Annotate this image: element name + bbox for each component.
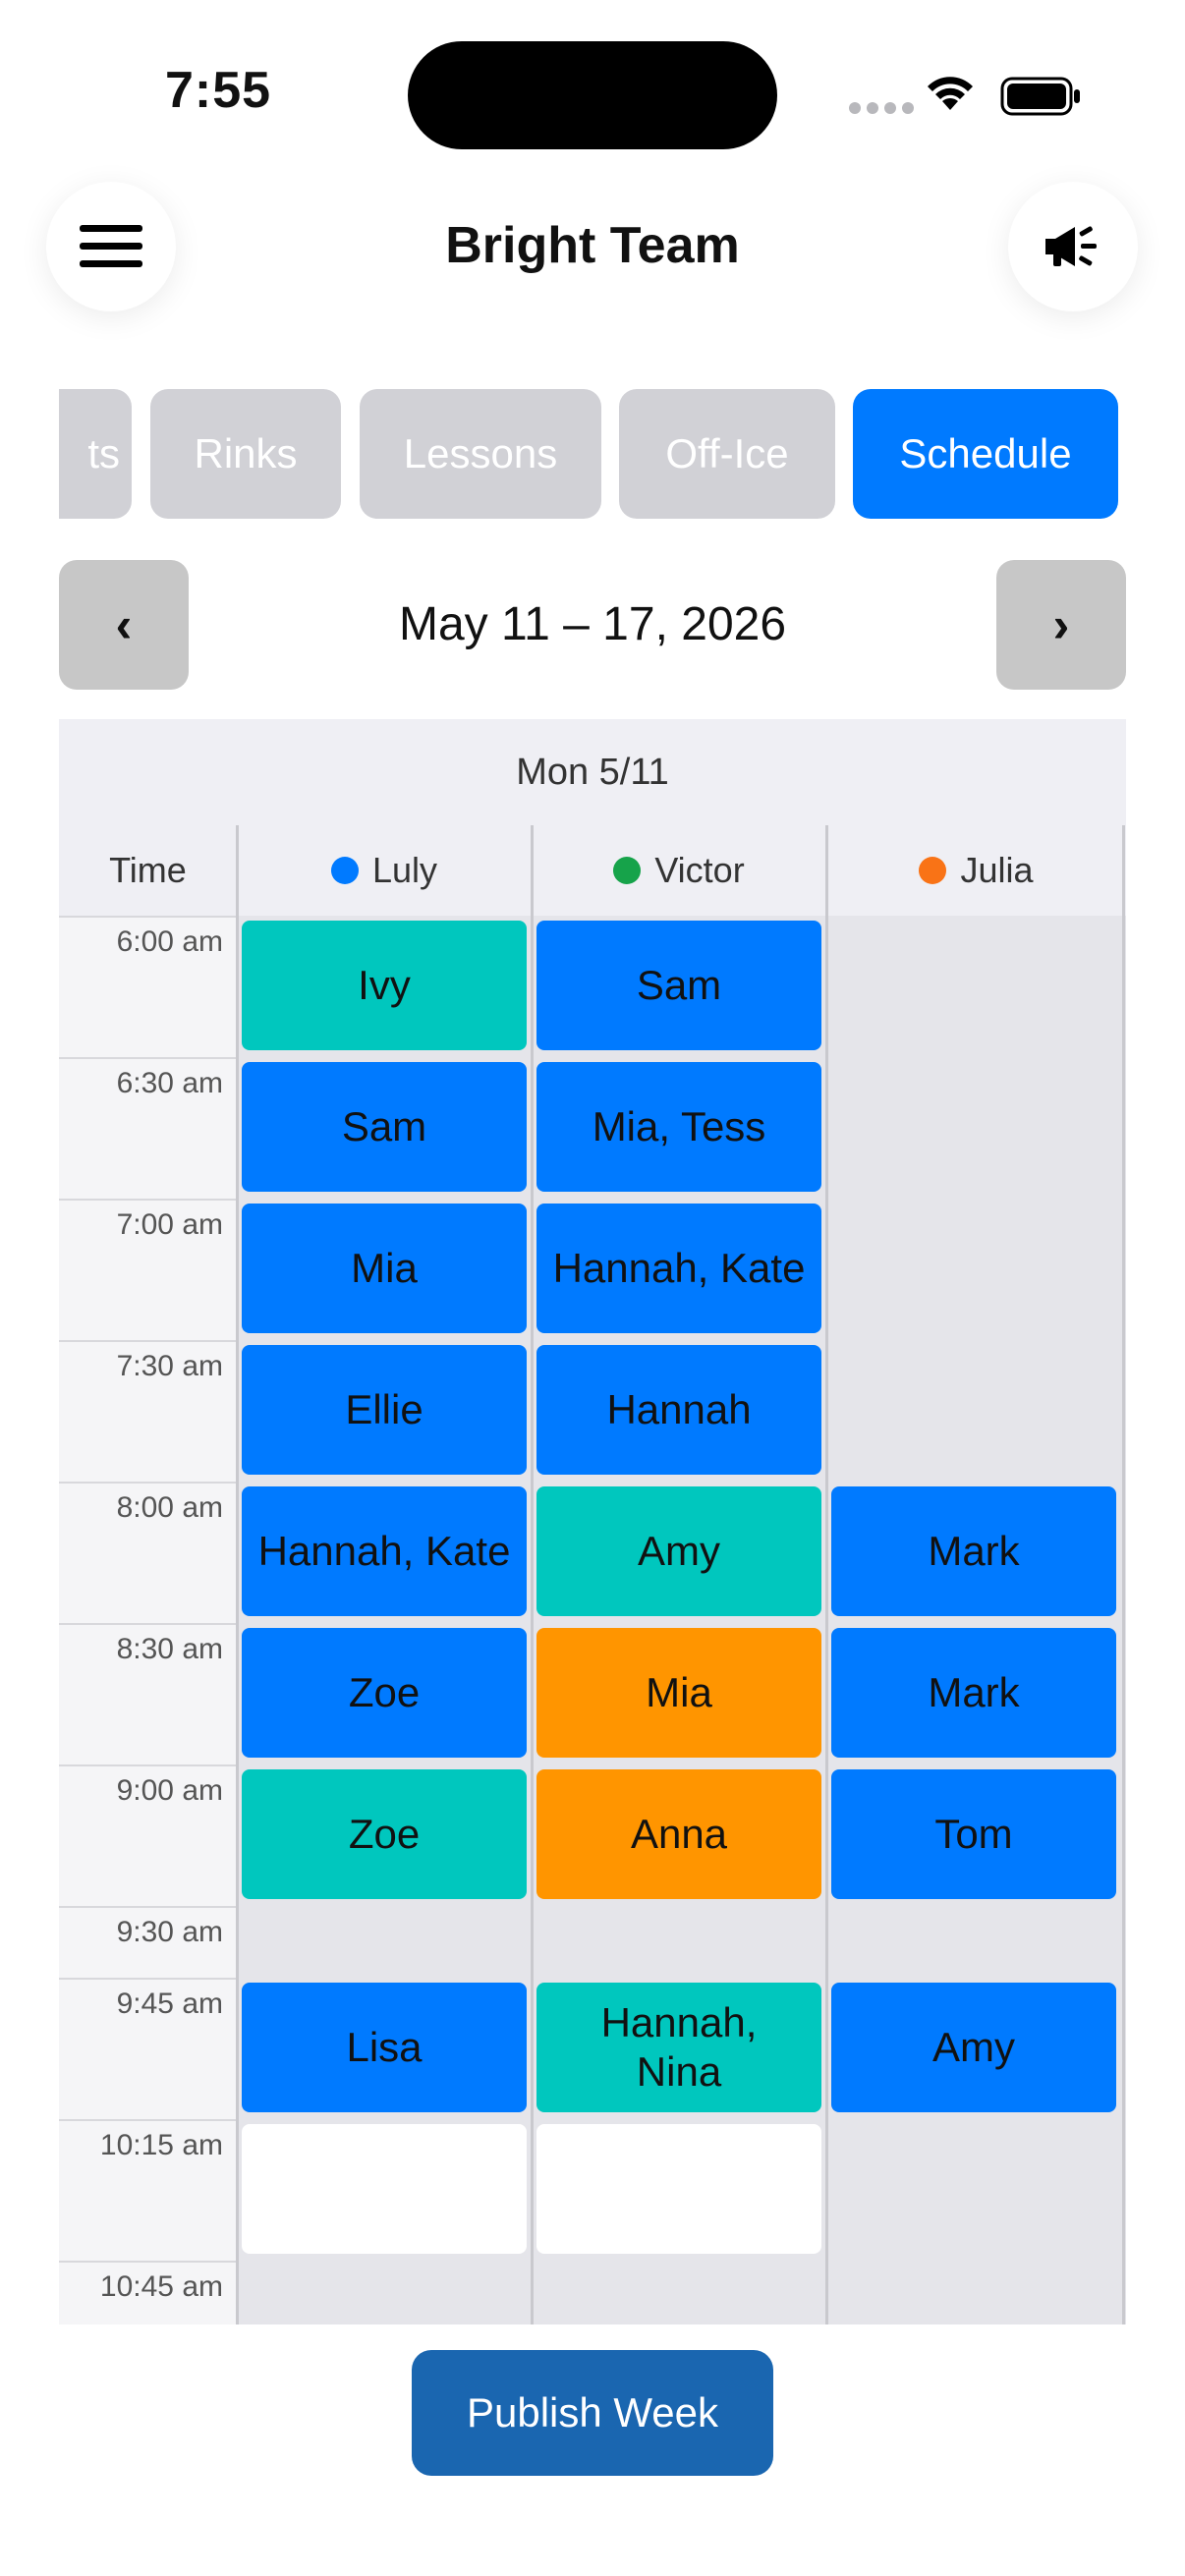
time-slot-label: 9:45 am: [59, 1978, 237, 2119]
time-slot-label: 10:15 am: [59, 2119, 237, 2261]
time-column-header: Time: [59, 825, 237, 916]
coach-color-dot: [330, 857, 359, 884]
lesson-block[interactable]: Zoe: [242, 1628, 527, 1758]
time-slot-label: 6:00 am: [59, 916, 237, 1057]
time-slot-label: 8:30 am: [59, 1623, 237, 1764]
tab-partial[interactable]: ts: [59, 389, 132, 519]
lesson-block[interactable]: Anna: [536, 1769, 821, 1899]
time-slot-label: 9:30 am: [59, 1906, 237, 1978]
tab-schedule[interactable]: Schedule: [853, 389, 1118, 519]
coach-color-dot: [919, 857, 947, 884]
next-week-button[interactable]: ›: [996, 560, 1126, 690]
lesson-block[interactable]: Zoe: [242, 1769, 527, 1899]
lesson-block[interactable]: Hannah, Kate: [242, 1486, 527, 1616]
column-divider: [531, 825, 534, 2324]
coach-name: Victor: [654, 850, 745, 890]
lesson-block[interactable]: Tom: [831, 1769, 1116, 1899]
battery-icon: [1000, 77, 1080, 116]
tab-off-ice[interactable]: Off-Ice: [619, 389, 835, 519]
wifi-icon: [928, 77, 973, 110]
column-divider: [236, 825, 239, 2324]
time-slot-label: 7:00 am: [59, 1199, 237, 1340]
cellular-signal-icon: [849, 102, 914, 114]
lesson-block[interactable]: Amy: [536, 1486, 821, 1616]
lesson-block[interactable]: Hannah: [536, 1345, 821, 1475]
time-slot-label: 6:30 am: [59, 1057, 237, 1199]
lesson-block[interactable]: Sam: [242, 1062, 527, 1192]
lesson-block[interactable]: Hannah, Kate: [536, 1204, 821, 1333]
schedule-grid: Mon 5/11 Time Luly Victor Julia 6:00 am 6…: [59, 719, 1126, 2324]
dynamic-island: [408, 41, 777, 149]
lesson-block[interactable]: Sam: [536, 921, 821, 1050]
lesson-block[interactable]: Mark: [831, 1628, 1116, 1758]
announcement-button[interactable]: [1008, 182, 1138, 311]
lesson-block[interactable]: Hannah, Nina: [536, 1983, 821, 2112]
time-slot-label: 9:00 am: [59, 1764, 237, 1906]
time-column: 6:00 am 6:30 am 7:00 am 7:30 am 8:00 am 8:30 …: [59, 916, 237, 2324]
publish-week-button[interactable]: Publish Week: [412, 2350, 773, 2476]
time-slot-label: 7:30 am: [59, 1340, 237, 1482]
column-divider: [1122, 825, 1125, 2324]
lesson-block[interactable]: Mia: [536, 1628, 821, 1758]
day-header: Mon 5/11: [59, 719, 1126, 825]
time-slot-label: 10:45 am: [59, 2261, 237, 2324]
megaphone-icon: [1045, 226, 1097, 266]
coach-header-victor: Victor: [532, 825, 826, 916]
section-tabs: ts Rinks Lessons Off-Ice Schedule: [59, 389, 1126, 519]
empty-lesson-slot[interactable]: [536, 2124, 821, 2254]
tab-lessons[interactable]: Lessons: [360, 389, 601, 519]
coach-header-luly: Luly: [237, 825, 532, 916]
coach-name: Julia: [960, 850, 1034, 890]
time-slot-label: 8:00 am: [59, 1482, 237, 1623]
lesson-block[interactable]: Ellie: [242, 1345, 527, 1475]
lesson-block[interactable]: Mark: [831, 1486, 1116, 1616]
coach-color-dot: [613, 857, 642, 884]
empty-lesson-slot[interactable]: [242, 2124, 527, 2254]
lesson-block[interactable]: Mia: [242, 1204, 527, 1333]
coach-name: Luly: [371, 850, 438, 890]
tab-rinks[interactable]: Rinks: [150, 389, 341, 519]
lesson-block[interactable]: Amy: [831, 1983, 1116, 2112]
column-divider: [825, 825, 828, 2324]
lesson-block[interactable]: Lisa: [242, 1983, 527, 2112]
lesson-block[interactable]: Ivy: [242, 921, 527, 1050]
status-time: 7:55: [165, 62, 272, 119]
lesson-block[interactable]: Mia, Tess: [536, 1062, 821, 1192]
coach-header-julia: Julia: [826, 825, 1126, 916]
